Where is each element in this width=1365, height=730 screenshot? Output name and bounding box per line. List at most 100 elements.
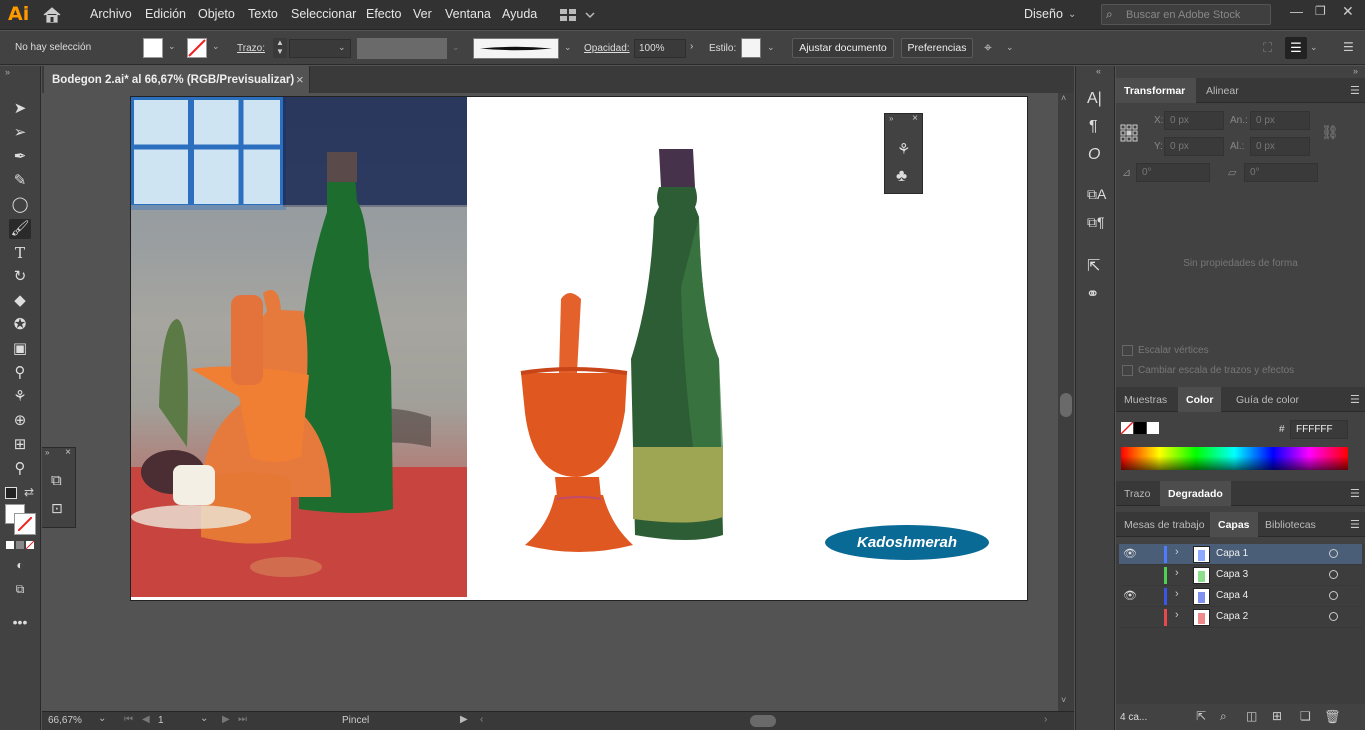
close-tab-icon[interactable]: × xyxy=(296,72,304,87)
tab-trazo[interactable]: Trazo xyxy=(1116,481,1158,506)
menu-seleccionar[interactable]: Seleccionar xyxy=(291,7,356,21)
blend-tool-icon[interactable]: ⚘ xyxy=(9,387,31,407)
transform-toggle-icon[interactable]: ⌖ xyxy=(984,39,992,56)
draw-mode-icon[interactable]: ◐ xyxy=(9,555,31,575)
fill-dropdown-icon[interactable]: ⌄ xyxy=(168,41,176,52)
menu-archivo[interactable]: Archivo xyxy=(90,7,132,21)
swap-colors-icon[interactable]: ⇄ xyxy=(24,485,34,499)
scroll-thumb[interactable] xyxy=(1060,393,1072,417)
w-field[interactable]: 0 px xyxy=(1250,111,1310,130)
brushes-icon[interactable]: ⚘ xyxy=(897,140,910,158)
artboard[interactable]: Kadoshmerah » × ⚘ ♣ xyxy=(130,96,1028,601)
screen-mode-icon[interactable]: ⧉ xyxy=(9,579,31,599)
artboard-tool-icon[interactable]: ⊞ xyxy=(9,435,31,455)
default-colors-icon[interactable] xyxy=(5,487,17,499)
last-artboard-icon[interactable]: ⏭ xyxy=(238,714,247,725)
tab-transformar[interactable]: Transformar xyxy=(1116,78,1196,103)
document-tab[interactable]: Bodegon 2.ai* al 66,67% (RGB/Previsualiz… xyxy=(44,66,310,93)
opacity-field[interactable]: 100% xyxy=(634,39,686,58)
layer-name[interactable]: Capa 4 xyxy=(1216,590,1248,601)
pestle[interactable] xyxy=(559,293,581,373)
panel-menu-icon[interactable]: ☰ xyxy=(1350,84,1360,97)
target-circle-icon[interactable] xyxy=(1329,591,1338,600)
tab-alinear[interactable]: Alinear xyxy=(1198,78,1247,103)
opacity-label[interactable]: Opacidad: xyxy=(584,43,630,54)
panel-menu-icon[interactable]: ☰ xyxy=(1350,518,1360,531)
mini-panel-close-icon[interactable]: × xyxy=(912,113,918,124)
color-mode-icons[interactable] xyxy=(6,540,36,550)
warp-tool-icon[interactable]: ✪ xyxy=(9,315,31,335)
new-sublayer-icon[interactable]: ⊞ xyxy=(1272,709,1282,723)
links-icon[interactable]: ⚭ xyxy=(1086,284,1099,304)
target-circle-icon[interactable] xyxy=(1329,549,1338,558)
stroke-weight-dropdown-icon[interactable]: ⌄ xyxy=(338,42,346,53)
paragraph-icon[interactable]: ¶ xyxy=(1089,118,1098,136)
layer-row[interactable]: › Capa 3 xyxy=(1119,565,1362,586)
color-spectrum[interactable] xyxy=(1121,447,1348,470)
layer-name[interactable]: Capa 2 xyxy=(1216,611,1248,622)
mini-panel-close-icon[interactable]: × xyxy=(65,447,71,458)
mini-panel-expand-icon[interactable]: » xyxy=(889,114,893,123)
menu-edicion[interactable]: Edición xyxy=(145,7,186,21)
layer-name[interactable]: Capa 1 xyxy=(1216,548,1248,559)
variable-width-profile[interactable] xyxy=(357,38,447,59)
restore-icon[interactable]: ❐ xyxy=(1315,4,1326,18)
scroll-down-icon[interactable]: ˅ xyxy=(1061,695,1066,705)
zoom-dropdown-icon[interactable]: ⌄ xyxy=(98,713,106,724)
stroke-swatch[interactable] xyxy=(187,38,207,58)
vertical-scrollbar[interactable]: ˄ ˅ xyxy=(1058,93,1074,711)
zoom-field[interactable]: 66,67% xyxy=(48,715,82,726)
vector-illustration[interactable] xyxy=(511,147,771,567)
visibility-eye-icon[interactable] xyxy=(1123,610,1137,624)
layer-row[interactable]: 👁 › Capa 1 xyxy=(1119,544,1362,565)
brush-definition[interactable] xyxy=(473,38,559,59)
collapse-tools-icon[interactable]: » xyxy=(5,67,10,77)
ellipse-tool-icon[interactable]: ◯ xyxy=(9,195,31,215)
tab-capas[interactable]: Capas xyxy=(1210,512,1258,537)
delete-layer-icon[interactable]: 🗑 xyxy=(1324,709,1341,725)
tab-bibliotecas[interactable]: Bibliotecas xyxy=(1257,512,1324,537)
close-window-icon[interactable]: ✕ xyxy=(1342,3,1354,20)
char-styles-icon[interactable]: ⧉A xyxy=(1087,186,1106,203)
none-white-black-swatches[interactable] xyxy=(1120,421,1161,435)
expand-layer-icon[interactable]: › xyxy=(1175,567,1179,579)
style-dropdown-icon[interactable]: ⌄ xyxy=(767,42,775,53)
panel-menu-icon[interactable]: ☰ xyxy=(1343,40,1354,54)
stroke-stepper-icon[interactable]: ▲ ▼ xyxy=(273,38,287,58)
home-icon[interactable] xyxy=(42,6,62,24)
eyedropper-tool-icon[interactable]: ⚲ xyxy=(9,363,31,383)
more-tools-icon[interactable]: ••• xyxy=(9,612,31,632)
scale-corners-checkbox[interactable] xyxy=(1122,345,1133,356)
artboard-dropdown-icon[interactable]: ⌄ xyxy=(200,713,208,724)
layer-name[interactable]: Capa 3 xyxy=(1216,569,1248,580)
properties-toggle-icon[interactable]: ☰ xyxy=(1285,37,1307,59)
menu-efecto[interactable]: Efecto xyxy=(366,7,401,21)
menu-ayuda[interactable]: Ayuda xyxy=(502,7,537,21)
direct-selection-tool-icon[interactable]: ➢ xyxy=(9,123,31,143)
menu-ventana[interactable]: Ventana xyxy=(445,7,491,21)
target-circle-icon[interactable] xyxy=(1329,612,1338,621)
symbols-icon[interactable]: ♣ xyxy=(896,166,907,186)
align-to-pixel-icon[interactable]: ⛶ xyxy=(1263,40,1272,56)
visibility-eye-icon[interactable]: 👁 xyxy=(1123,589,1137,603)
expand-layer-icon[interactable]: › xyxy=(1175,546,1179,558)
panel-menu-icon[interactable]: ☰ xyxy=(1350,393,1360,406)
canvas-area[interactable]: Kadoshmerah » × ⚘ ♣ » × ⧉ ⊡ xyxy=(42,93,1058,711)
export-icon[interactable]: ⇱ xyxy=(1087,256,1100,276)
opentype-icon[interactable]: O xyxy=(1088,146,1100,164)
curvature-tool-icon[interactable]: ✎ xyxy=(9,171,31,191)
tab-guia-color[interactable]: Guía de color xyxy=(1228,387,1307,412)
menu-texto[interactable]: Texto xyxy=(248,7,278,21)
visibility-eye-icon[interactable]: 👁 xyxy=(1123,547,1137,561)
y-field[interactable]: 0 px xyxy=(1164,137,1224,156)
export-layer-icon[interactable]: ⇱ xyxy=(1196,709,1206,723)
transform-dropdown-icon[interactable]: ⌄ xyxy=(1006,42,1014,53)
document-setup-button[interactable]: Ajustar documento xyxy=(792,38,894,58)
variable-width-dropdown-icon[interactable]: ⌄ xyxy=(452,42,460,53)
target-circle-icon[interactable] xyxy=(1329,570,1338,579)
new-layer-icon[interactable]: ❏ xyxy=(1300,709,1311,723)
tab-muestras[interactable]: Muestras xyxy=(1116,387,1175,412)
locate-object-icon[interactable]: ⌕ xyxy=(1220,709,1227,724)
first-artboard-icon[interactable]: ⏮ xyxy=(124,714,133,725)
paintbrush-tool-icon[interactable]: 🖌 xyxy=(9,219,31,239)
